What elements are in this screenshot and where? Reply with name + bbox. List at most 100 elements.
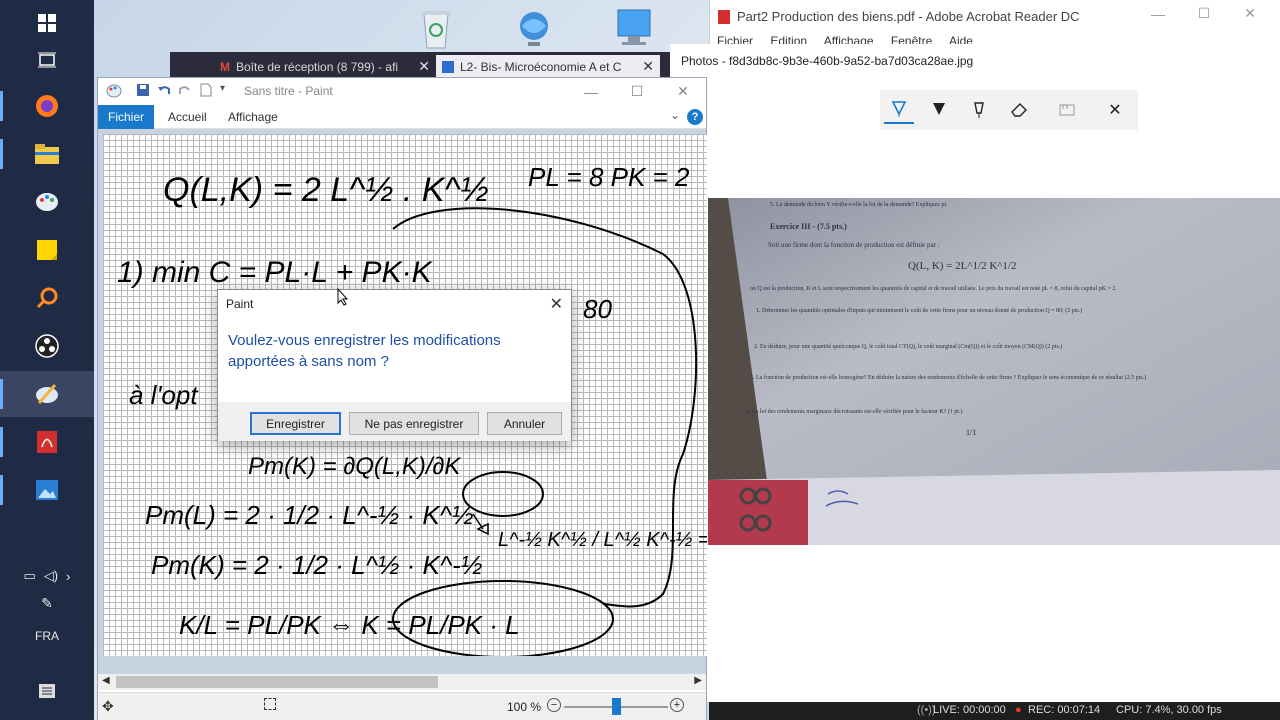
handwriting-line: à l'opt [129,380,199,410]
zoom-out-icon[interactable]: − [547,698,561,712]
close-icon[interactable]: ✕ [660,78,706,105]
record-dot-icon: ● [1015,704,1022,716]
handwriting-line: Q(L,K) = 2 L^½ . K^½ [163,171,489,209]
photo-formula: Q(L, K) = 2L^1/2 K^1/2 [908,260,1017,272]
handwriting-line: Pm(L) = 2 · 1/2 · L^-½ · K^½ [145,500,474,530]
close-tab-icon[interactable]: ✕ [418,58,430,75]
dont-save-button[interactable]: Ne pas enregistrer [349,412,479,435]
pencil-icon[interactable] [924,96,954,124]
help-icon[interactable]: ? [687,109,703,125]
browser-tab-microeconomie[interactable]: L2- Bis- Microéconomie A et C ✕ [436,55,660,78]
acrobat-window: Part2 Production des biens.pdf - Adobe A… [709,0,1280,48]
cancel-button[interactable]: Annuler [487,412,562,435]
photos-icon[interactable] [0,467,94,513]
horizontal-scrollbar[interactable]: ◀ ▶ [98,674,706,690]
scrollbar-thumb[interactable] [116,676,438,688]
acrobat-title: Part2 Production des biens.pdf - Adobe A… [737,9,1080,24]
language-indicator[interactable]: FRA [0,627,94,645]
pen-icon[interactable]: ✎ [0,594,94,612]
handwriting-line: K/L = PL/PK ⇔ K = PL/PK · L [179,610,520,640]
selection-size-icon [264,698,276,710]
photo-q3: 3. La fonction de production est-elle ho… [750,374,1146,381]
chevron-down-icon[interactable]: ⌄ [670,108,680,122]
photo-heading: Exercice III - (7.5 pts.) [770,222,847,231]
search-magnifier-icon[interactable] [0,275,94,321]
dialog-title: Paint [226,297,254,311]
chevron-down-icon[interactable]: ▾ [220,83,236,99]
save-changes-dialog: Paint ✕ Voulez-vous enregistrer les modi… [217,289,572,441]
tab-fichier[interactable]: Fichier [98,105,154,129]
tab-label: L2- Bis- Microéconomie A et C [460,59,622,74]
photo-desc: où Q est la production, K et L sont resp… [750,286,1117,292]
file-explorer-icon[interactable] [0,131,94,177]
recycle-bin-icon[interactable] [416,8,462,54]
handwriting-line: Pm(K) = ∂Q(L,K)/∂K [248,453,461,480]
handwriting-line: L^-½ K^½ / L^½ K^-½ = K / L [498,529,707,551]
eraser-icon[interactable] [1004,96,1034,124]
this-pc-icon[interactable] [612,8,658,54]
ballpoint-pen-icon[interactable] [884,96,914,124]
zoom-level: 100 % [507,700,542,714]
firefox-icon[interactable] [0,83,94,129]
photo-page-number: 1/1 [966,428,976,437]
browser-tab-inbox[interactable]: M Boîte de réception (8 799) - afi ✕ [214,55,436,78]
volume-icon[interactable]: ◁) [44,568,58,584]
minimize-icon[interactable]: — [1135,0,1181,27]
calligraphy-pen-icon[interactable] [964,96,994,124]
cpu-usage: CPU: 7.4%, 30.00 fps [1116,704,1222,716]
close-icon[interactable]: ✕ [1100,96,1130,124]
save-icon[interactable] [136,83,152,99]
photos-window: Photos - f8d3db8c-9b3e-460b-9a52-ba7d03c… [670,44,1280,702]
gmail-icon: M [220,59,230,74]
close-icon[interactable]: ✕ [1227,0,1273,27]
ink-toolbar: ✕ [880,90,1138,130]
photo-intro: Soit une firme dont la fonction de produ… [768,241,940,249]
obs-studio-icon[interactable] [0,323,94,369]
task-view-icon[interactable] [0,37,94,83]
battery-icon[interactable]: ▭ [24,568,36,584]
minimize-icon[interactable]: — [568,78,614,105]
tab-favicon-icon [442,60,454,73]
close-icon[interactable]: ✕ [550,294,563,314]
circle-annotation [462,471,544,517]
handwriting-line: 80 [583,294,612,324]
handwriting-line: PL = 8 PK = 2 [528,162,690,192]
status-bar: ✥ 100 % − + [98,692,706,720]
acrobat-icon[interactable] [0,419,94,465]
scroll-left-icon[interactable]: ◀ [102,675,110,686]
sticky-notes-icon[interactable] [0,227,94,273]
save-button[interactable]: Enregistrer [250,412,341,435]
bracket-mark [472,513,489,536]
paint-title: Sans titre - Paint [244,84,333,98]
taskbar: ▭ ◁) › ✎ FRA [0,0,94,720]
tab-accueil[interactable]: Accueil [168,110,207,124]
notifications-icon[interactable] [0,682,94,700]
close-tab-icon[interactable]: ✕ [642,58,654,75]
new-file-icon[interactable] [200,83,216,99]
browser-tab-strip: M Boîte de réception (8 799) - afi ✕ L2-… [170,52,670,78]
acrobat-small-icon [718,10,730,24]
move-cursor-icon: ✥ [102,698,114,714]
handwriting-line: Pm(K) = 2 · 1/2 · L^½ · K^-½ [151,550,482,580]
tab-affichage[interactable]: Affichage [228,110,278,124]
maximize-icon[interactable]: ☐ [1181,0,1227,27]
zoom-in-icon[interactable]: + [670,698,684,712]
rec-time: REC: 00:07:14 [1028,704,1101,716]
maximize-icon[interactable]: ☐ [614,78,660,105]
scroll-right-icon[interactable]: ▶ [694,675,702,686]
zoom-slider-thumb[interactable] [612,698,621,715]
paint-ribbon: Fichier Accueil Affichage ⌄ ? [98,105,706,129]
recorder-status-bar: ((•)) LIVE: 00:00:00 ● REC: 00:07:14 CPU… [709,702,1280,720]
paint-brush-icon[interactable] [0,371,94,417]
redo-icon[interactable] [178,83,194,99]
dialog-message: Voulez-vous enregistrer les modification… [228,332,501,370]
chevron-right-icon[interactable]: › [66,569,70,584]
dialog-footer: Enregistrer Ne pas enregistrer Annuler [218,402,571,441]
ruler-icon[interactable] [1052,96,1082,124]
photo-q2: 2. En déduire, pour une quantité quelcon… [754,343,1062,350]
network-icon[interactable] [512,8,558,54]
photo-q1: 1. Déterminer les quantités optimales d'… [756,307,1082,314]
paint-app-icon[interactable] [0,179,94,225]
photo-image: 5. La demande du bien Y vérifie-t-elle l… [708,198,1280,545]
undo-icon[interactable] [157,83,173,99]
